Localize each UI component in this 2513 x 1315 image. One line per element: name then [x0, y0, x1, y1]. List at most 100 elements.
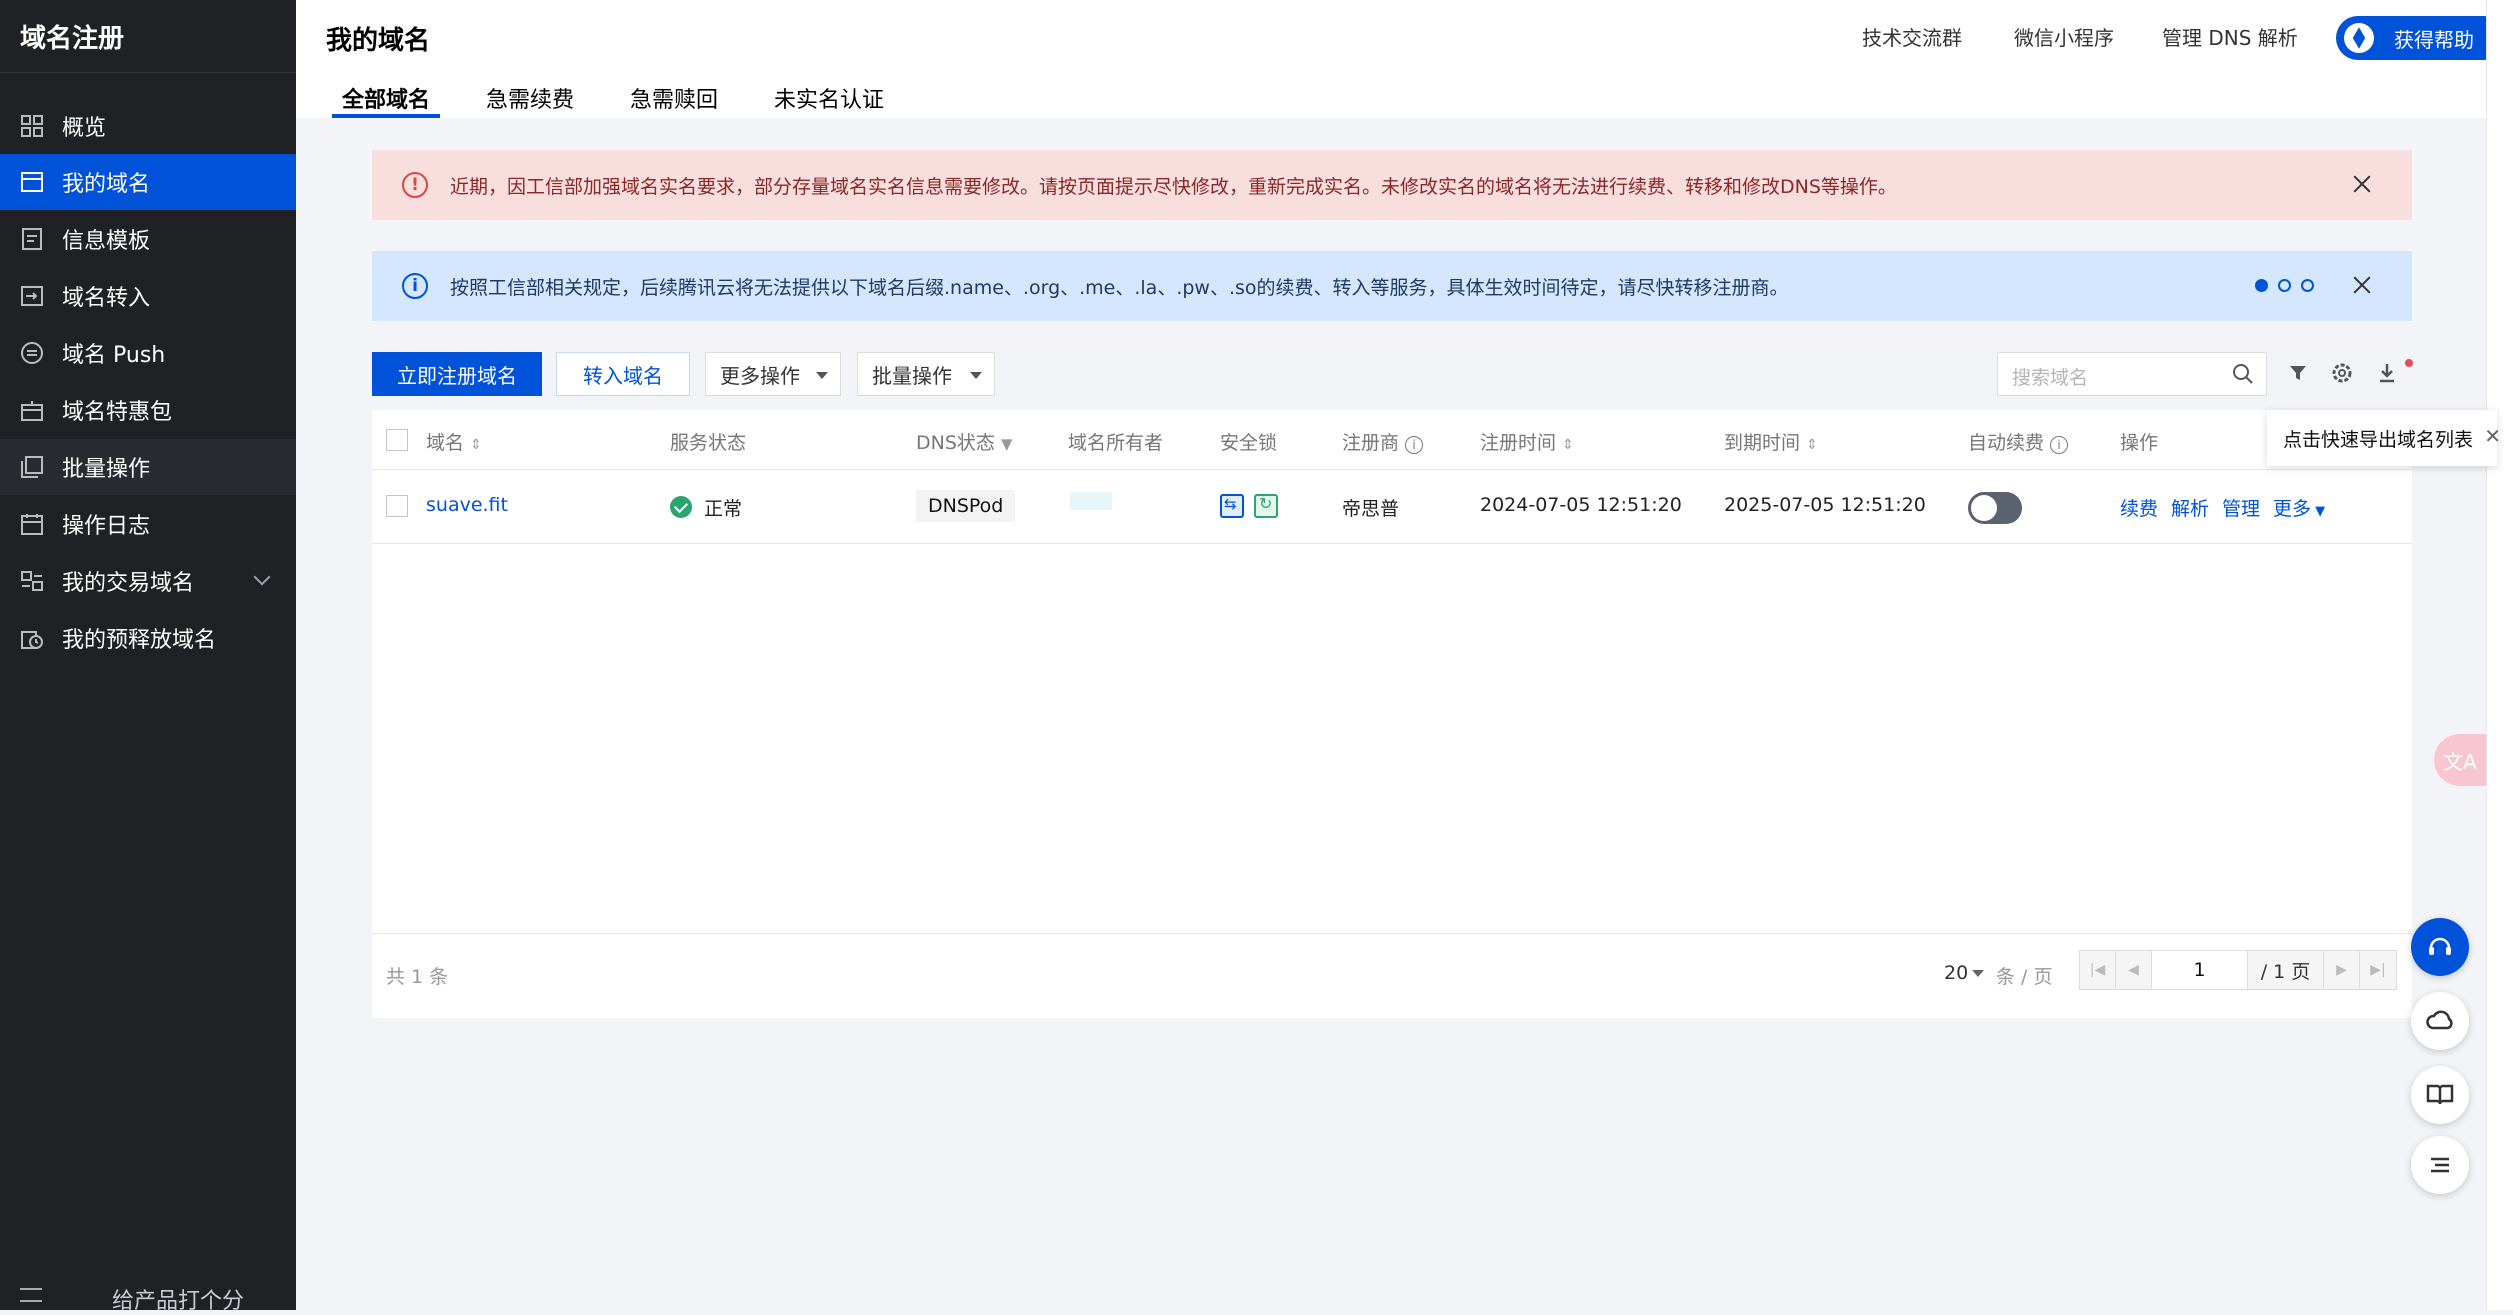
sidebar-item-domain-transfer[interactable]: 域名转入: [0, 268, 296, 324]
translate-icon[interactable]: 文A: [2434, 734, 2486, 786]
sidebar-item-label: 信息模板: [62, 229, 151, 254]
sidebar-item-label: 我的交易域名: [62, 571, 195, 596]
search-input[interactable]: 搜索域名: [1997, 352, 2267, 396]
page-size-unit: 条 / 页: [1996, 966, 2053, 988]
wechat-miniprogram-link[interactable]: 微信小程序: [2014, 22, 2114, 51]
caret-down-icon[interactable]: [1972, 970, 1984, 977]
sort-icon[interactable]: ⇕: [1806, 437, 1818, 453]
transfer-domain-button[interactable]: 转入域名: [556, 352, 690, 396]
sidebar-item-batch-ops[interactable]: 批量操作: [0, 439, 296, 495]
column-registrar: 注册商 i: [1342, 428, 1424, 455]
column-exp-time[interactable]: 到期时间 ⇕: [1724, 428, 1818, 455]
more-operations-select[interactable]: 更多操作: [705, 352, 841, 396]
batch-operations-label: 批量操作: [872, 363, 952, 388]
column-owner: 域名所有者: [1068, 432, 1164, 454]
book-icon[interactable]: [2411, 1066, 2469, 1124]
transfer-icon: [20, 284, 44, 308]
service-status: 正常: [704, 498, 743, 520]
carousel-dot[interactable]: [2255, 279, 2268, 292]
export-tooltip: 点击快速导出域名列表 ✕: [2267, 410, 2501, 466]
carousel-dot[interactable]: [2301, 279, 2314, 292]
realname-alert: ! 近期，因工信部加强域名实名要求，部分存量域名实名信息需要修改。请按页面提示尽…: [372, 150, 2412, 220]
tab-unverified[interactable]: 未实名认证: [774, 82, 884, 114]
page-size-select[interactable]: 20: [1944, 962, 1968, 984]
domain-link[interactable]: suave.fit: [426, 494, 508, 516]
column-domain[interactable]: 域名 ⇕: [426, 428, 482, 455]
dashboard-icon: [20, 114, 44, 138]
carousel-dots[interactable]: [2255, 279, 2314, 292]
batch-icon: [20, 455, 44, 479]
exp-time: 2025-07-05 12:51:20: [1724, 494, 1926, 516]
select-all-checkbox[interactable]: [386, 429, 408, 451]
feedback-link[interactable]: 给产品打个分: [112, 1283, 244, 1315]
sidebar-item-label: 我的域名: [62, 172, 151, 197]
next-page-button[interactable]: ▶: [2324, 951, 2360, 989]
info-icon[interactable]: i: [1405, 436, 1424, 454]
check-circle-icon: [670, 496, 692, 518]
manage-dns-link[interactable]: 管理 DNS 解析: [2162, 22, 2298, 51]
resolve-link[interactable]: 解析: [2171, 494, 2209, 521]
sidebar-item-overview[interactable]: 概览: [0, 98, 296, 154]
pagination: |◀ ◀ 1 / 1 页 ▶ ▶|: [2079, 950, 2397, 990]
package-icon: [20, 398, 44, 422]
page-number-input[interactable]: 1: [2152, 951, 2248, 989]
search-icon[interactable]: [2232, 363, 2254, 385]
chevron-down-icon: [253, 568, 271, 586]
more-actions-dropdown[interactable]: 更多 ▼: [2273, 494, 2325, 521]
tab-all-domains[interactable]: 全部域名: [342, 82, 430, 114]
sidebar-item-label: 域名 Push: [62, 343, 166, 368]
filter-icon[interactable]: ▼: [1001, 435, 1013, 453]
sidebar-item-label: 批量操作: [62, 457, 151, 482]
cloud-icon[interactable]: [2411, 992, 2469, 1050]
sidebar-item-label: 概览: [62, 116, 107, 141]
filter-icon[interactable]: [2285, 360, 2311, 386]
realname-alert-text: 近期，因工信部加强域名实名要求，部分存量域名实名信息需要修改。请按页面提示尽快修…: [450, 175, 1897, 198]
notification-dot: [2405, 359, 2413, 367]
sort-icon[interactable]: ⇕: [470, 437, 482, 453]
sidebar-item-info-template[interactable]: 信息模板: [0, 211, 296, 267]
info-icon[interactable]: i: [2050, 436, 2069, 454]
sidebar-item-prerelease-domains[interactable]: 我的预释放域名: [0, 610, 296, 666]
tech-group-link[interactable]: 技术交流群: [1862, 22, 1962, 51]
sidebar-item-op-log[interactable]: 操作日志: [0, 496, 296, 552]
close-icon[interactable]: ✕: [2484, 424, 2501, 448]
sidebar-item-trade-domains[interactable]: 我的交易域名: [0, 553, 296, 609]
close-icon[interactable]: [2350, 273, 2374, 297]
clock-lock-icon: [20, 626, 44, 650]
trade-icon: [20, 569, 44, 593]
sidebar-divider: [0, 72, 296, 73]
domain-icon: [20, 170, 44, 194]
update-lock-icon[interactable]: [1254, 494, 1278, 518]
download-icon[interactable]: [2374, 360, 2400, 386]
renew-link[interactable]: 续费: [2120, 494, 2158, 521]
prev-page-button[interactable]: ◀: [2116, 951, 2152, 989]
get-help-button[interactable]: 获得帮助: [2336, 16, 2506, 60]
column-reg-time[interactable]: 注册时间 ⇕: [1480, 428, 1574, 455]
carousel-dot[interactable]: [2278, 279, 2291, 292]
export-tooltip-text: 点击快速导出域名列表: [2283, 428, 2474, 451]
menu-icon[interactable]: [20, 1288, 42, 1302]
last-page-button[interactable]: ▶|: [2360, 951, 2396, 989]
sort-icon[interactable]: ⇕: [1562, 437, 1574, 453]
total-pages: / 1 页: [2248, 951, 2324, 989]
column-security-lock: 安全锁: [1220, 432, 1278, 454]
transfer-lock-icon[interactable]: [1220, 494, 1244, 518]
batch-operations-select[interactable]: 批量操作: [857, 352, 995, 396]
first-page-button[interactable]: |◀: [2080, 951, 2116, 989]
auto-renew-toggle[interactable]: [1968, 492, 2022, 524]
row-checkbox[interactable]: [386, 495, 408, 517]
close-icon[interactable]: [2350, 172, 2374, 196]
suffix-notice-text: 按照工信部相关规定，后续腾讯云将无法提供以下域名后缀.name、.org、.me…: [450, 276, 1789, 299]
sidebar-item-domain-push[interactable]: 域名 Push: [0, 325, 296, 381]
manage-link[interactable]: 管理: [2222, 494, 2260, 521]
tab-redeem-urgent[interactable]: 急需赎回: [630, 82, 718, 114]
column-dns-status[interactable]: DNS状态 ▼: [916, 428, 1013, 455]
register-domain-button[interactable]: 立即注册域名: [372, 352, 542, 396]
gear-icon[interactable]: [2329, 360, 2355, 386]
sidebar-item-domain-package[interactable]: 域名特惠包: [0, 382, 296, 438]
sidebar-item-my-domains[interactable]: 我的域名: [0, 154, 296, 210]
sidebar-item-label: 操作日志: [62, 514, 151, 539]
tab-renew-urgent[interactable]: 急需续费: [486, 82, 574, 114]
list-icon[interactable]: [2411, 1136, 2469, 1194]
customer-service-icon[interactable]: [2411, 918, 2469, 976]
